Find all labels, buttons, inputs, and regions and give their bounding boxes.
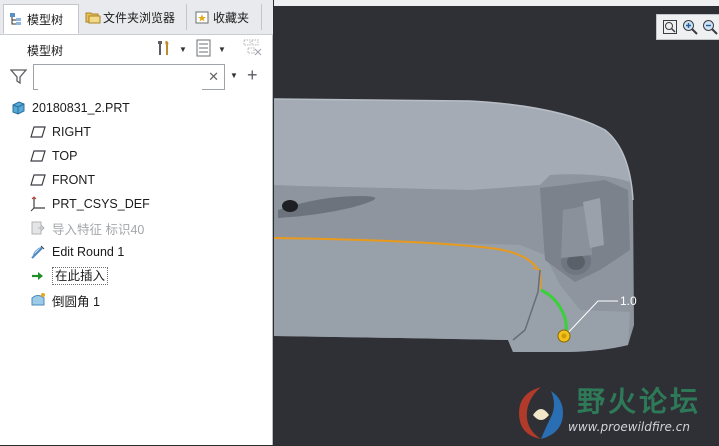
viewport-top-strip <box>274 0 719 6</box>
tree-item-top[interactable]: TOP <box>30 145 77 167</box>
tree-item-label: 导入特征 标识40 <box>52 222 145 237</box>
search-box: ✕ <box>33 64 225 90</box>
chevron-down-icon: ▼ <box>218 44 226 54</box>
navigator-tabbar: 模型树 文件夹浏览器 收藏夹 <box>0 0 273 35</box>
tools-icon <box>155 39 173 60</box>
filter-icon[interactable] <box>9 68 28 88</box>
tab-folder-browser[interactable]: 文件夹浏览器 <box>80 4 187 30</box>
watermark-title: 野火论坛 <box>577 385 702 418</box>
tree-item-part[interactable]: 20180831_2.PRT <box>10 97 130 119</box>
tree-columns-icon <box>243 39 263 60</box>
part-icon <box>10 100 26 116</box>
watermark: 野火论坛 www.proewildfire.cn <box>508 379 719 445</box>
tree-item-label: 20180831_2.PRT <box>32 101 130 115</box>
round-icon <box>30 292 46 308</box>
insert-here-arrow-icon <box>30 268 46 284</box>
tree-item-label: RIGHT <box>52 125 91 139</box>
tab-favorites-label: 收藏夹 <box>213 10 250 25</box>
datum-plane-icon <box>30 124 46 140</box>
tree-item-label: 倒圆角 1 <box>52 294 100 309</box>
tree-item-insert-here[interactable]: 在此插入 <box>30 265 109 287</box>
add-icon[interactable]: + <box>247 65 258 86</box>
tree-columns-button[interactable] <box>243 39 263 59</box>
watermark-url: www.proewildfire.cn <box>568 420 690 434</box>
watermark-logo-icon <box>511 381 571 446</box>
chevron-down-icon: ▼ <box>179 44 187 54</box>
favorites-icon <box>195 10 209 24</box>
zoom-in-icon[interactable] <box>681 19 698 36</box>
folder-browser-icon <box>85 10 101 24</box>
tree-item-import-feature[interactable]: 导入特征 标识40 <box>30 217 144 239</box>
tab-folder-browser-label: 文件夹浏览器 <box>103 10 176 25</box>
model-tree-pane: 模型树 文件夹浏览器 收藏夹 模型树 ▼ ▼ ✕ ▼ + 20180831_2.… <box>0 0 273 445</box>
model-tree-toolbar: 模型树 ▼ ▼ <box>0 36 273 62</box>
filter-row: ✕ ▼ + <box>0 64 273 92</box>
search-input[interactable] <box>38 66 202 90</box>
filter-options-chevron-icon[interactable]: ▼ <box>230 71 238 80</box>
tree-item-edit-round[interactable]: Edit Round 1 <box>30 241 124 263</box>
tree-item-label: PRT_CSYS_DEF <box>52 197 150 211</box>
view-toolbar <box>656 14 719 40</box>
model-tree-icon <box>9 12 23 26</box>
zoom-fit-icon[interactable] <box>661 19 678 36</box>
tree-item-label: FRONT <box>52 173 96 187</box>
tab-model-tree-label: 模型树 <box>27 12 64 27</box>
clear-icon[interactable]: ✕ <box>208 69 219 85</box>
round-radius-dimension[interactable]: 1.0 <box>620 294 637 308</box>
tree-item-front[interactable]: FRONT <box>30 169 95 191</box>
tree-item-label: Edit Round 1 <box>52 245 125 259</box>
tree-item-right[interactable]: RIGHT <box>30 121 91 143</box>
edit-round-icon <box>30 244 46 260</box>
tab-favorites[interactable]: 收藏夹 <box>190 4 262 30</box>
tree-item-csys[interactable]: PRT_CSYS_DEF <box>30 193 150 215</box>
tab-model-tree[interactable]: 模型树 <box>3 4 79 34</box>
list-view-icon <box>196 39 212 60</box>
import-feature-icon <box>30 220 46 236</box>
show-dropdown[interactable]: ▼ <box>196 39 226 59</box>
coordinate-system-icon <box>30 196 46 212</box>
datum-plane-icon <box>30 172 46 188</box>
panel-title: 模型树 <box>27 44 64 58</box>
tree-item-round[interactable]: 倒圆角 1 <box>30 289 100 311</box>
settings-dropdown[interactable]: ▼ <box>155 39 187 59</box>
tree-item-label: 在此插入 <box>52 267 109 285</box>
zoom-out-icon[interactable] <box>701 19 718 36</box>
tree-item-label: TOP <box>52 149 78 163</box>
datum-plane-icon <box>30 148 46 164</box>
